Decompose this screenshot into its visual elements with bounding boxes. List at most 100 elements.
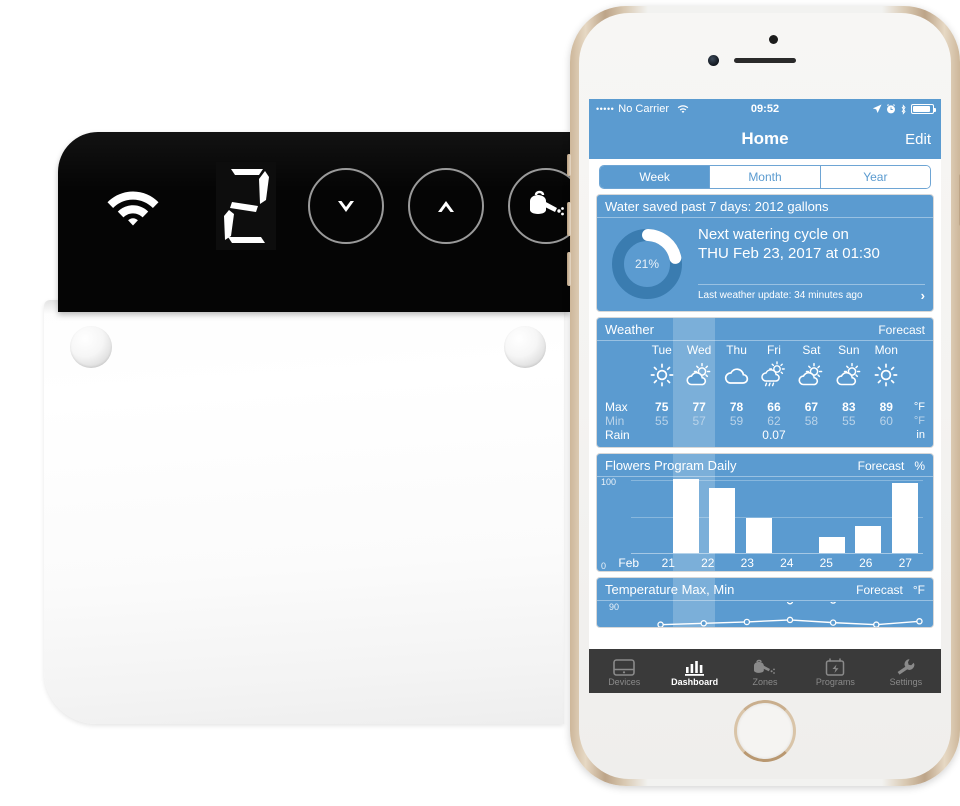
tab-programs[interactable]: Programs (800, 656, 870, 687)
temperature-point-min-6 (916, 618, 923, 625)
edit-button[interactable]: Edit (905, 131, 931, 148)
chevron-right-icon: › (920, 288, 925, 303)
program-bar-chart: 100 0 Feb 21 22 23 24 25 26 27 (597, 477, 933, 571)
weather-max-sat: 67 (804, 400, 819, 414)
volume-down-button[interactable] (567, 252, 571, 286)
program-x-27: 27 (898, 556, 912, 570)
home-button[interactable] (734, 700, 796, 762)
weather-min-wed: 57 (692, 414, 706, 428)
page-title: Home (741, 129, 789, 148)
program-x-25: 25 (819, 556, 833, 570)
weather-min-row: Min 55 57 59 62 58 55 60 °F (605, 414, 925, 428)
program-chart-forecast-label: Forecast (857, 459, 905, 473)
tab-programs-label: Programs (815, 676, 855, 687)
temperature-title: Temperature Max, Min (605, 582, 735, 597)
tab-zones[interactable]: Zones (730, 656, 800, 687)
segmented-control: Week Month Year (599, 165, 931, 189)
temperature-unit: °F (912, 583, 925, 597)
weather-min-label: Min (605, 414, 625, 428)
program-x-axis: Feb 21 22 23 24 25 26 27 (609, 556, 925, 570)
controller-front-panel (58, 132, 584, 312)
weather-max-unit: °F (913, 401, 925, 413)
program-x-26: 26 (859, 556, 873, 570)
bluetooth-icon (901, 103, 906, 115)
weather-min-unit: °F (913, 415, 925, 427)
program-x-22: 22 (701, 556, 715, 570)
period-selector: Week Month Year (589, 159, 941, 194)
temperature-point-min-4 (829, 619, 837, 626)
watering-can-icon (530, 190, 564, 216)
next-cycle-line2: THU Feb 23, 2017 at 01:30 (698, 245, 880, 262)
weather-icon-row (605, 358, 925, 392)
irrigation-controller (22, 132, 584, 724)
weather-rain-row: Rain 0.07 in (605, 428, 925, 442)
zone-down-button[interactable] (308, 168, 384, 244)
segment-year[interactable]: Year (820, 166, 930, 188)
temperature-header: Temperature Max, Min Forecast °F (597, 578, 933, 601)
tab-devices[interactable]: Devices (589, 656, 659, 687)
temperature-line-chart: 90 (597, 584, 933, 627)
zone-up-button[interactable] (408, 168, 484, 244)
weather-max-fri: 66 (767, 400, 781, 414)
weather-rain-label: Rain (605, 428, 630, 442)
temperature-point-max-4 (829, 597, 837, 604)
status-bar-right (872, 103, 936, 115)
program-y-bottom: 0 (601, 561, 607, 571)
program-chart-unit: % (914, 459, 925, 473)
weather-header: Weather Forecast (597, 318, 933, 341)
sun-icon (650, 363, 674, 387)
front-camera (708, 55, 719, 66)
program-x-21: 21 (661, 556, 675, 570)
tab-settings-label: Settings (889, 676, 923, 687)
controller-screw-left (70, 326, 112, 368)
weather-min-thu: 59 (729, 414, 744, 428)
wifi-icon (104, 184, 162, 228)
wrench-icon (895, 656, 917, 676)
weather-day-sat: Sat (802, 343, 821, 357)
weather-max-sun: 83 (842, 400, 856, 414)
temperature-point-min-2 (743, 618, 751, 626)
weather-rain-unit: in (916, 429, 925, 441)
weather-max-thu: 78 (729, 400, 744, 414)
tab-zones-label: Zones (752, 676, 778, 687)
alarm-clock-icon (887, 104, 895, 114)
bar-23 (745, 518, 772, 553)
water-saved-header: Water saved past 7 days: 2012 gallons (597, 195, 933, 218)
program-bars-plot (631, 479, 923, 554)
weather-table: Tue Wed Thu Fri Sat Sun Mon Max 75 77 78… (597, 341, 933, 447)
volume-up-button[interactable] (567, 202, 571, 236)
temperature-plot (657, 584, 923, 627)
bar-chart-icon (684, 656, 706, 676)
program-x-month: Feb (618, 556, 640, 570)
program-y-top: 100 (601, 477, 617, 487)
water-saved-card[interactable]: Water saved past 7 days: 2012 gallons 21… (596, 194, 934, 312)
partly-cloudy-rain-icon (761, 361, 785, 387)
tab-settings[interactable]: Settings (871, 656, 941, 687)
weather-min-fri: 62 (767, 414, 781, 428)
mute-switch[interactable] (567, 154, 571, 176)
temperature-point-min-0 (657, 621, 664, 627)
program-chart-card[interactable]: Flowers Program Daily Forecast % 100 0 F… (596, 453, 934, 572)
next-cycle-line1: Next watering cycle on (698, 226, 849, 243)
weather-title: Weather (605, 322, 654, 337)
weather-card[interactable]: Weather Forecast Tue Wed Thu Fri Sat Sun… (596, 317, 934, 448)
temperature-y-top: 90 (609, 602, 620, 612)
controller-screw-right (504, 326, 546, 368)
segment-month[interactable]: Month (710, 166, 821, 188)
temperature-card[interactable]: Temperature Max, Min Forecast °F 90 (596, 577, 934, 628)
battery-icon (911, 104, 936, 114)
program-chart-header: Flowers Program Daily Forecast % (597, 454, 933, 477)
device-icon (613, 656, 636, 676)
segment-week[interactable]: Week (600, 166, 711, 188)
chevron-up-icon (438, 201, 454, 212)
next-cycle-info: Next watering cycle on THU Feb 23, 2017 … (686, 225, 925, 303)
weather-min-sun: 55 (842, 414, 856, 428)
last-weather-update-row[interactable]: Last weather update: 34 minutes ago › (698, 284, 925, 303)
earpiece-speaker (734, 58, 796, 63)
tab-dashboard[interactable]: Dashboard (659, 656, 729, 687)
proximity-sensor (769, 35, 778, 44)
weather-max-row: Max 75 77 78 66 67 83 89 °F (605, 400, 925, 414)
partly-cloudy-icon (686, 362, 711, 386)
tab-dashboard-label: Dashboard (671, 676, 719, 687)
sprinkler-icon (752, 656, 778, 676)
